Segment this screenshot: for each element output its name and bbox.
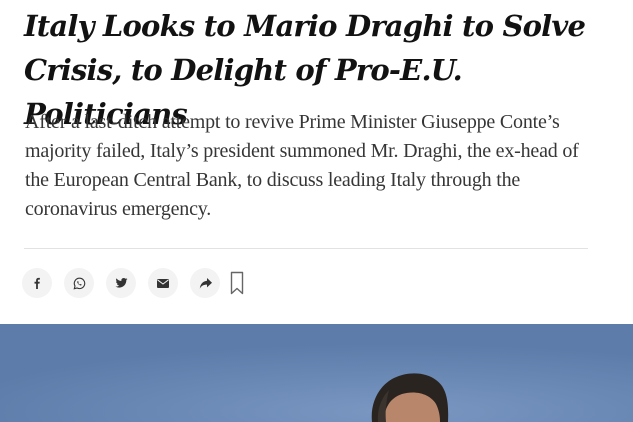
email-icon — [157, 278, 169, 288]
bookmark-icon — [230, 271, 244, 295]
twitter-share-button[interactable] — [106, 268, 136, 298]
whatsapp-share-button[interactable] — [64, 268, 94, 298]
share-toolbar — [22, 267, 246, 299]
save-bookmark-button[interactable] — [228, 268, 246, 298]
headline-line-1: Italy Looks to Mario Draghi to Solve — [24, 9, 586, 43]
photo-subject-figure — [0, 324, 633, 422]
whatsapp-icon — [73, 277, 85, 289]
email-share-button[interactable] — [148, 268, 178, 298]
facebook-share-button[interactable] — [22, 268, 52, 298]
twitter-icon — [115, 277, 127, 288]
facebook-icon — [34, 277, 40, 289]
divider — [24, 248, 588, 249]
article-summary: After a last-ditch attempt to revive Pri… — [25, 111, 579, 220]
article-photo — [0, 324, 633, 422]
article: Italy Looks to Mario Draghi to Solve Cri… — [0, 0, 633, 422]
share-button[interactable] — [190, 268, 220, 298]
share-icon — [199, 277, 212, 289]
